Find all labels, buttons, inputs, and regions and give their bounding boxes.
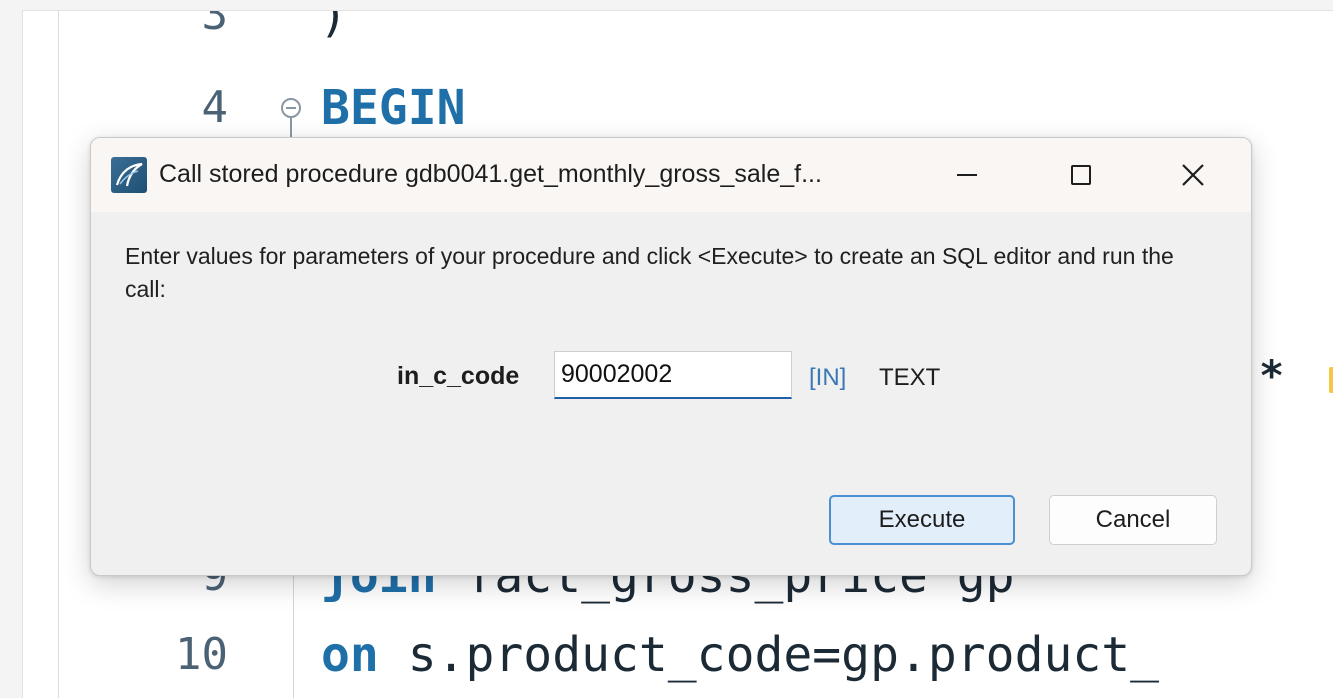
fold-collapse-icon[interactable] (281, 98, 301, 118)
line-number: 4 (201, 82, 229, 133)
line-number: 10 (175, 629, 228, 680)
call-procedure-dialog: Call stored procedure gdb0041.get_monthl… (90, 137, 1252, 576)
dialog-title: Call stored procedure gdb0041.get_monthl… (159, 160, 822, 188)
dialog-instructions: Enter values for parameters of your proc… (125, 243, 1174, 302)
line-number: 3 (201, 10, 229, 40)
parameter-direction: [IN] (809, 364, 847, 391)
parameter-name-label: in_c_code (397, 362, 520, 390)
execute-button[interactable]: Execute (829, 495, 1015, 545)
close-button[interactable] (1163, 152, 1223, 198)
code-line-3: ) (319, 10, 348, 43)
highlight-marker (1329, 367, 1333, 393)
parameter-value-input[interactable] (554, 351, 792, 399)
maximize-button[interactable] (1051, 152, 1111, 198)
dialog-titlebar[interactable]: Call stored procedure gdb0041.get_monthl… (91, 138, 1251, 212)
cancel-button[interactable]: Cancel (1049, 495, 1217, 545)
code-line-4: BEGIN (321, 80, 466, 136)
minimize-icon (957, 174, 977, 176)
code-text: s.product_code=gp.product_ (378, 627, 1160, 683)
code-text: ) (319, 10, 348, 43)
code-keyword: BEGIN (321, 80, 466, 136)
parameter-type: TEXT (879, 364, 941, 391)
fold-line (290, 118, 292, 138)
code-keyword: on (321, 627, 379, 683)
app-logo-icon (111, 157, 147, 193)
maximize-icon (1071, 165, 1091, 185)
editor-left-rule (58, 11, 59, 698)
code-line-10: on s.product_code=gp.product_ (321, 627, 1159, 683)
code-partial-marker: * (1259, 351, 1285, 400)
minimize-button[interactable] (937, 152, 997, 198)
close-icon (1182, 164, 1204, 186)
